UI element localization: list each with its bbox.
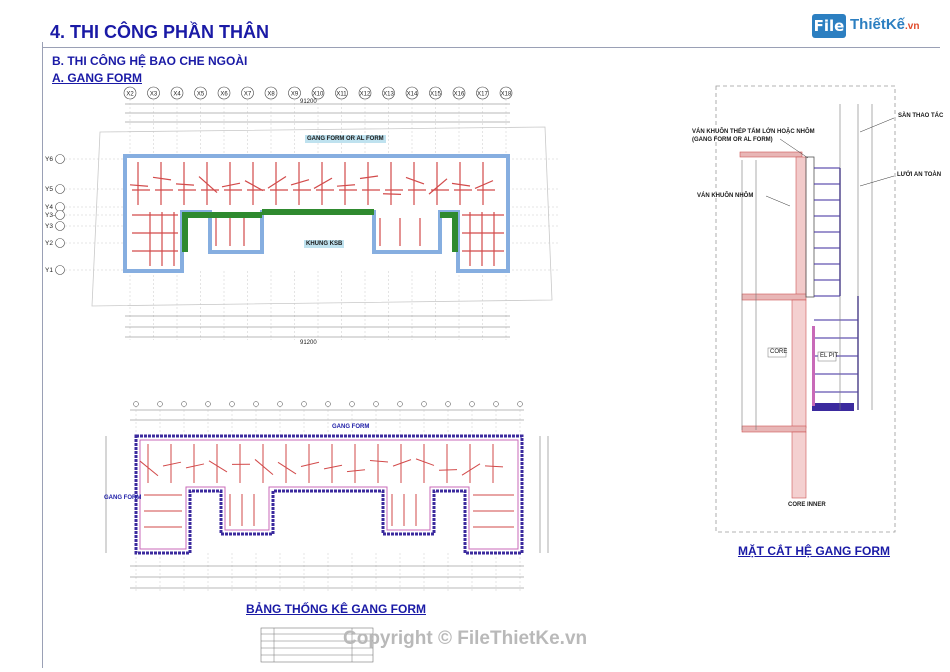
top-floor-plan: X2 X3 X4 X5 X6 X7 X8 X9 X10 X11 X12 X13 X14 X15 X16 X17… <box>45 86 560 340</box>
san-thao-tac-label: SÀN THAO TÁC <box>898 113 944 119</box>
grid-row-label: Y3 <box>45 223 53 230</box>
copyright-watermark: Copyright © FileThietKe.vn <box>343 628 588 649</box>
section-brackets <box>814 167 859 410</box>
khung-ksb-label: KHUNG KSB <box>304 240 345 248</box>
grid-bubble-label: X2 <box>126 92 134 98</box>
grid-row-label: Y4 <box>45 204 53 211</box>
luoi-an-toan-label: LƯỚI AN TOÀN <box>897 172 942 178</box>
grid-row-label: Y1 <box>45 267 53 274</box>
grid-bubble-label: X5 <box>197 92 205 98</box>
bottom-floor-plan <box>105 401 549 592</box>
grid-bubble-label: X14 <box>407 92 418 98</box>
grid-bubble-label: X4 <box>173 92 181 98</box>
core-inner-label: CORE INNER <box>788 502 826 508</box>
grid-bubble-label: X17 <box>477 92 488 98</box>
top-total-dim: 91200 <box>300 99 317 105</box>
grid-bubble-label: X12 <box>360 92 371 98</box>
gang-form-section <box>715 85 896 533</box>
grid-row-label: Y6 <box>45 156 53 163</box>
bottom-plan-caption: BẢNG THỐNG KÊ GANG FORM <box>246 602 426 616</box>
drawing-canvas: X2 X3 X4 X5 X6 X7 X8 X9 X10 X11 X12 X13 X14 X15 X16 X17… <box>45 85 896 663</box>
grid-bubble-label: X15 <box>430 92 441 98</box>
grid-bubble-label: X16 <box>454 92 465 98</box>
grid-bubble-label: X6 <box>220 92 228 98</box>
grid-row-label: Y2 <box>45 240 53 247</box>
van-khuon-thep-label: VÁN KHUÔN THÉP TẤM LỚN HOẶC NHÔM <box>692 129 815 135</box>
grid-x-bubbles: X2 X3 X4 X5 X6 X7 X8 X9 X10 X11 X12 X13 X14 X15 X16 X17… <box>123 86 513 100</box>
grid-bubble-label: X9 <box>291 92 299 98</box>
grid-bubble-label: X11 <box>336 92 347 98</box>
bottom-total-dim: 91200 <box>300 340 317 346</box>
grid-bubble-label: X7 <box>244 92 252 98</box>
grid-bubble-label: X8 <box>267 92 275 98</box>
core-label: CORE <box>770 349 788 355</box>
grid-bubble-label: X18 <box>501 92 512 98</box>
bottom-gang-form-top-label: GANG FORM <box>332 424 370 430</box>
bottom-plan-walls <box>139 444 514 528</box>
el-pit-label: EL PIT <box>820 353 839 359</box>
van-khuon-thep-label-2: (GANG FORM OR AL FORM) <box>692 137 773 143</box>
grid-bubble-label: X3 <box>150 92 158 98</box>
gang-form-label: GANG FORM OR AL FORM <box>305 135 386 143</box>
grid-row-label: Y5 <box>45 186 53 193</box>
grid-bubble-label: X10 <box>313 92 324 98</box>
bottom-gang-form-left-label: GANG FORM <box>104 495 142 501</box>
van-khuon-nhom-label: VÁN KHUÔN NHÔM <box>697 193 754 199</box>
section-caption: MẶT CẮT HỆ GANG FORM <box>738 544 890 558</box>
grid-bubble-label: X13 <box>383 92 394 98</box>
